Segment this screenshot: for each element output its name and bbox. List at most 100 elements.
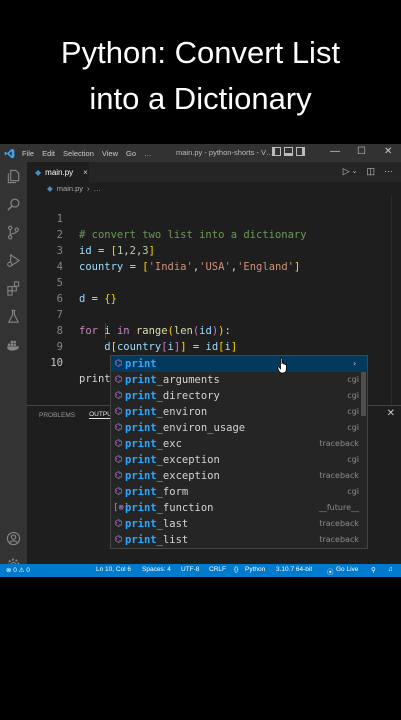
language-braces-icon: {}	[234, 566, 239, 573]
suggestion-label: print	[125, 356, 157, 372]
language-mode[interactable]: Python	[245, 566, 265, 573]
more-actions-icon[interactable]: ···	[384, 166, 393, 177]
suggestion-label: print_function	[125, 500, 214, 516]
suggestion-match-text: print	[125, 438, 157, 450]
suggestion-item[interactable]: ⌬ print_arguments cgi	[111, 372, 367, 388]
explorer-icon[interactable]	[5, 168, 21, 184]
menu-file[interactable]: File	[18, 149, 38, 158]
suggestion-item[interactable]: ⌬ print_environ_usage cgi	[111, 420, 367, 436]
suggestion-item[interactable]: ⌬ print_exception traceback	[111, 468, 367, 484]
vscode-logo-icon	[0, 144, 18, 162]
suggestion-match-text: print	[125, 534, 157, 546]
source-control-icon[interactable]	[5, 224, 21, 240]
toggle-panel-icon[interactable]	[284, 147, 293, 156]
line-content: print	[79, 371, 112, 387]
suggestion-match-text: print	[125, 422, 157, 434]
code-line: 4	[27, 243, 401, 273]
suggestion-detail: cgi	[347, 391, 359, 400]
minimize-button[interactable]: —	[330, 146, 340, 157]
menu-go[interactable]: Go	[122, 149, 140, 158]
tab-main-py[interactable]: ◆ main.py ×	[27, 162, 89, 182]
suggestion-item[interactable]: ⌬ print_last traceback	[111, 516, 367, 532]
account-icon[interactable]	[5, 530, 21, 546]
suggestion-item[interactable]: ⌬ print ›	[111, 356, 367, 372]
python-interpreter[interactable]: 3.10.7 64-bit	[276, 566, 312, 573]
eol-status[interactable]: CRLF	[209, 566, 226, 573]
suggestion-match-text: print	[125, 470, 157, 482]
editor-scrollbar[interactable]	[391, 195, 401, 405]
go-live-button[interactable]: Go Live	[336, 566, 358, 573]
suggestion-item[interactable]: ⌬ print_exc traceback	[111, 436, 367, 452]
suggestion-detail: traceback	[319, 439, 359, 448]
go-live-icon: ⦿	[327, 569, 334, 576]
split-editor-icon[interactable]: ◫	[366, 166, 375, 177]
module-icon: ⌬	[114, 375, 123, 385]
breadcrumb-file[interactable]: main.py	[57, 184, 83, 193]
suggestion-rest-text: _list	[156, 534, 189, 546]
suggestion-match-text: print	[125, 454, 157, 466]
suggestion-detail: __future__	[318, 503, 359, 512]
module-icon: ⌬	[114, 471, 123, 481]
indentation-status[interactable]: Spaces: 4	[142, 566, 171, 573]
maximize-button[interactable]: ☐	[357, 146, 366, 157]
feedback-icon[interactable]: ⚲	[371, 566, 376, 574]
suggestion-item[interactable]: [⊗] print_function __future__	[111, 500, 367, 516]
suggestion-match-text: print	[125, 486, 157, 498]
breadcrumb-more[interactable]: …	[94, 184, 102, 193]
code-line: 8 d[country[i]] = id[i]	[27, 307, 401, 353]
variable-icon: [⊗]	[113, 503, 130, 513]
suggestion-label: print_exception	[125, 468, 220, 484]
suggestion-item[interactable]: ⌬ print_form cgi	[111, 484, 367, 500]
toggle-sidebar-icon[interactable]	[272, 147, 281, 156]
menu-selection[interactable]: Selection	[59, 149, 98, 158]
notifications-bell-icon[interactable]: ♫	[388, 566, 393, 573]
run-debug-icon[interactable]	[5, 252, 21, 268]
tab-close-icon[interactable]: ×	[83, 168, 88, 177]
cursor-position[interactable]: Ln 10, Col 6	[96, 566, 131, 573]
code-line: 2 id = [1,2,3]	[27, 211, 401, 257]
docker-icon[interactable]	[5, 336, 21, 352]
suggestion-label: print_exception	[125, 452, 220, 468]
menu-edit[interactable]: Edit	[38, 149, 59, 158]
menu-view[interactable]: View	[98, 149, 122, 158]
suggestion-detail: traceback	[319, 471, 359, 480]
extensions-icon[interactable]	[5, 280, 21, 296]
layout-controls	[272, 147, 305, 156]
suggestion-detail: cgi	[347, 455, 359, 464]
suggestion-label: print_directory	[125, 388, 220, 404]
module-icon: ⌬	[114, 439, 123, 449]
suggestion-match-text: print	[125, 358, 157, 370]
breadcrumb-separator-icon: ›	[87, 184, 90, 193]
suggestion-rest-text: _arguments	[156, 374, 220, 386]
run-dropdown-icon[interactable]: ⌄	[352, 167, 358, 177]
tab-problems[interactable]: PROBLEMS	[39, 412, 75, 419]
suggestion-item[interactable]: ⌬ print_directory cgi	[111, 388, 367, 404]
encoding-status[interactable]: UTF-8	[181, 566, 199, 573]
python-file-icon: ◆	[47, 184, 53, 193]
search-icon[interactable]	[5, 196, 21, 212]
breadcrumb: ◆ main.py › …	[27, 182, 101, 195]
panel-close-icon[interactable]: ✕	[387, 408, 395, 419]
panel-tabs: PROBLEMS OUTPUT	[27, 406, 116, 424]
suggestion-item[interactable]: ⌬ print_exception cgi	[111, 452, 367, 468]
code-line: 6	[27, 275, 401, 305]
suggestion-label: print_environ	[125, 404, 207, 420]
suggestion-detail: cgi	[347, 375, 359, 384]
toggle-secondary-sidebar-icon[interactable]	[296, 147, 305, 156]
suggestion-match-text: print	[125, 406, 157, 418]
run-file-icon[interactable]: ▷	[343, 166, 350, 177]
suggestion-rest-text: _form	[156, 486, 189, 498]
code-line: 5 d = {}	[27, 259, 401, 305]
window-title: main.py - python-shorts - V…	[176, 148, 274, 157]
problems-status[interactable]: ⊗ 0 ⚠ 0	[6, 566, 30, 574]
suggestion-item[interactable]: ⌬ print_environ cgi	[111, 404, 367, 420]
close-window-button[interactable]: ✕	[384, 146, 392, 157]
module-icon: ⌬	[114, 359, 123, 369]
testing-icon[interactable]	[5, 308, 21, 324]
read-more-chevron-icon[interactable]: ›	[352, 356, 357, 372]
tab-label: main.py	[45, 167, 74, 177]
code-line: 10 print	[27, 339, 401, 385]
menu-more[interactable]: …	[140, 149, 156, 158]
suggestion-match-text: print	[125, 390, 157, 402]
suggestion-item[interactable]: ⌬ print_list traceback	[111, 532, 367, 548]
